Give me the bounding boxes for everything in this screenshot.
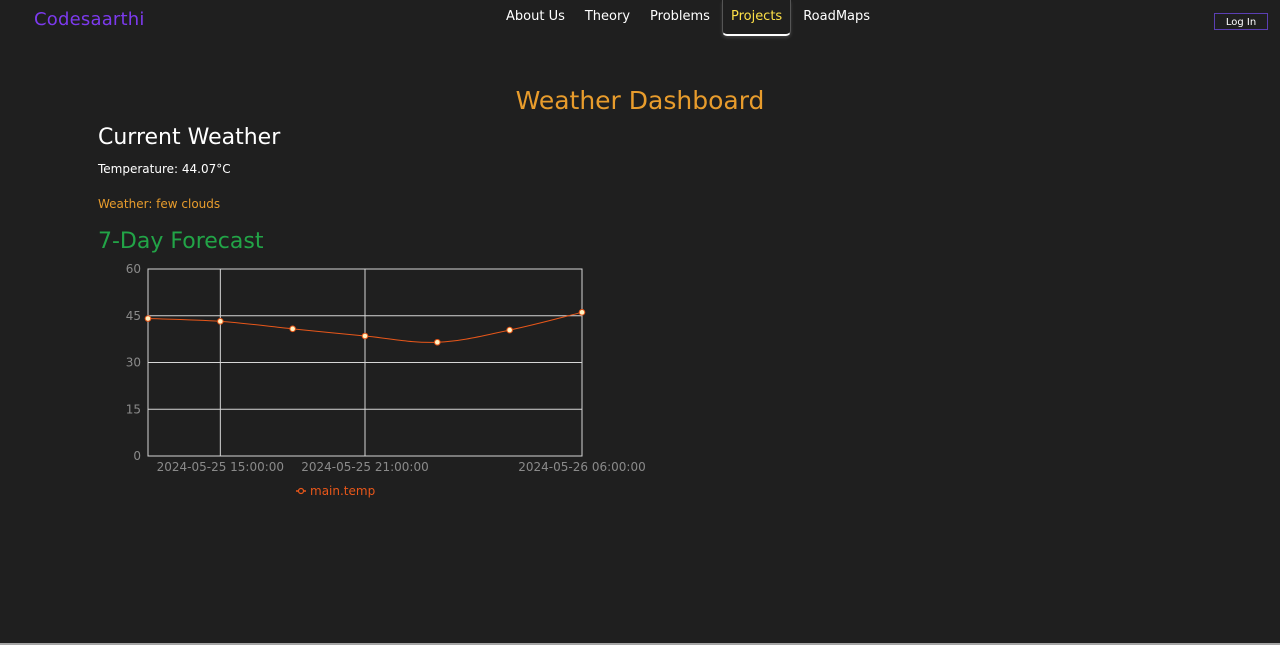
legend-label-main-temp: main.temp xyxy=(310,484,375,498)
legend-swatch-dot xyxy=(297,487,305,495)
chart-y-tick-label: 30 xyxy=(126,356,141,370)
chart-data-point xyxy=(506,326,513,334)
chart-x-tick-label: 2024-05-25 21:00:00 xyxy=(301,460,428,474)
chart-y-tick-label: 60 xyxy=(126,262,141,276)
chart-x-tick-label: 2024-05-25 15:00:00 xyxy=(157,460,284,474)
chart-x-tick-label: 2024-05-26 06:00:00 xyxy=(518,460,645,474)
chart-y-tick-label: 0 xyxy=(133,449,141,463)
chart-data-point xyxy=(361,332,369,340)
chart-y-tick-label: 15 xyxy=(126,402,141,416)
chart-tick-labels: 0 15 30 45 60 2024-05-25 15:00:00 2024-05-25 2… xyxy=(126,262,646,474)
chart-legend[interactable]: main.temp xyxy=(296,484,375,498)
chart-data-point xyxy=(578,309,586,316)
chart-y-tick-label: 45 xyxy=(126,309,141,323)
chart-grid xyxy=(147,268,583,457)
forecast-chart: 0 15 30 45 60 2024-05-25 15:00:00 2024-05-25 2… xyxy=(126,262,646,498)
chart-data-point xyxy=(217,318,224,325)
chart-data-point xyxy=(289,325,296,333)
chart-data-point xyxy=(144,315,152,322)
chart-data-point xyxy=(434,338,441,346)
